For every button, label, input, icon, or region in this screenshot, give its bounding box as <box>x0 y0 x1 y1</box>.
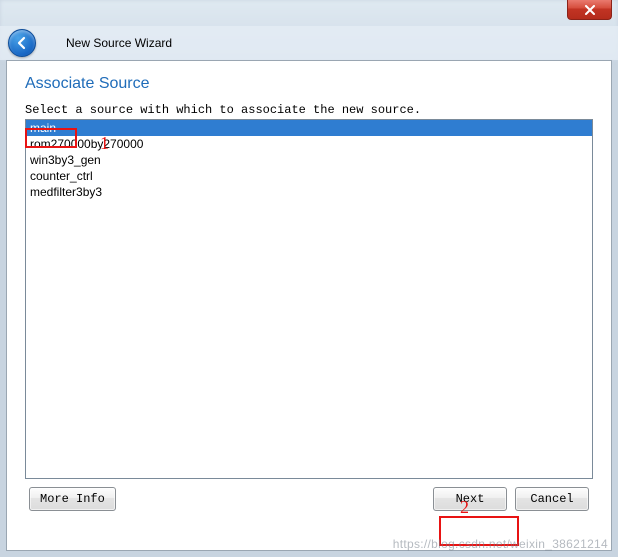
list-item-label: counter_ctrl <box>30 169 93 183</box>
wizard-panel: Associate Source Select a source with wh… <box>6 60 612 551</box>
panel-instruction: Select a source with which to associate … <box>25 103 593 117</box>
list-item-label: rom270000by270000 <box>30 137 143 151</box>
wizard-title: New Source Wizard <box>66 36 172 50</box>
panel-content: Associate Source Select a source with wh… <box>7 61 611 550</box>
panel-heading: Associate Source <box>25 75 593 93</box>
list-item[interactable]: main <box>26 120 592 136</box>
list-item[interactable]: counter_ctrl <box>26 168 592 184</box>
list-item[interactable]: win3by3_gen <box>26 152 592 168</box>
list-item[interactable]: medfilter3by3 <box>26 184 592 200</box>
back-arrow-icon <box>15 36 29 50</box>
back-button[interactable] <box>8 29 36 57</box>
more-info-button[interactable]: More Info <box>29 487 116 511</box>
list-item-label: win3by3_gen <box>30 153 101 167</box>
wizard-title-bar: New Source Wizard <box>0 26 618 60</box>
list-item[interactable]: rom270000by270000 <box>26 136 592 152</box>
list-item-label: main <box>30 121 56 135</box>
list-item-label: medfilter3by3 <box>30 185 102 199</box>
button-row: More Info Next Cancel <box>25 487 593 517</box>
source-list[interactable]: main rom270000by270000 win3by3_gen count… <box>25 119 593 479</box>
cancel-button[interactable]: Cancel <box>515 487 589 511</box>
next-button[interactable]: Next <box>433 487 507 511</box>
close-button[interactable] <box>567 0 612 20</box>
close-icon <box>584 5 596 15</box>
